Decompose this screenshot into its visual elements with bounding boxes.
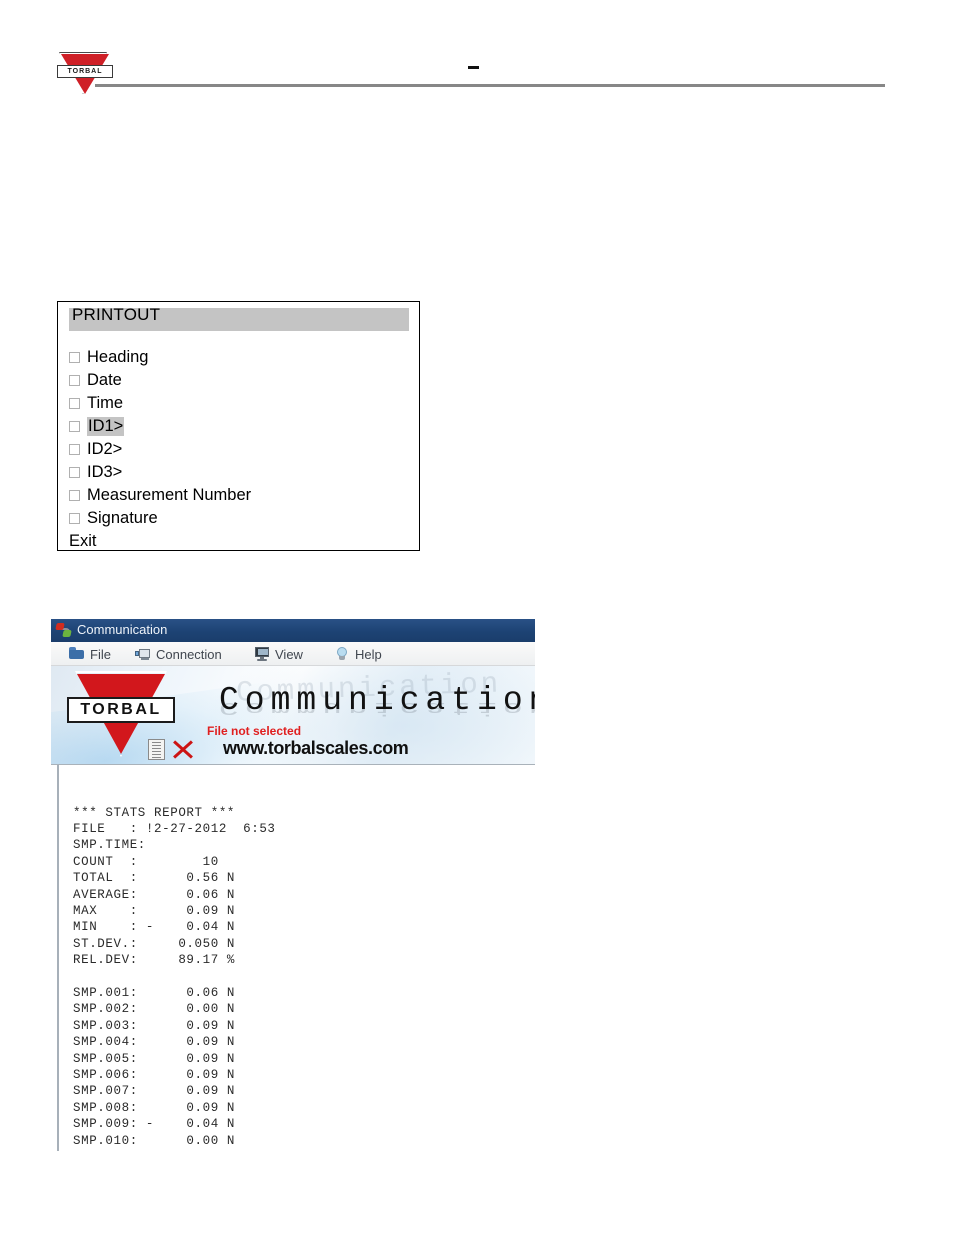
menu-bar: File Connection View Help (51, 642, 535, 666)
logo-wordmark: TORBAL (57, 65, 113, 78)
printout-item-label: ID3> (87, 463, 123, 481)
printout-item-label: Heading (87, 348, 149, 366)
printout-item-label: Exit (69, 532, 97, 550)
report-text-frame: *** STATS REPORT *** FILE : !2-27-2012 6… (57, 765, 535, 1151)
header-rule (95, 84, 885, 87)
menu-item-label: Connection (156, 646, 222, 662)
printout-item-label: Date (87, 371, 122, 389)
printout-item-id1[interactable]: ID1> (69, 415, 414, 438)
checkbox-date[interactable] (69, 375, 80, 386)
printout-item-date[interactable]: Date (69, 369, 414, 392)
printout-item-label: Time (87, 394, 124, 412)
printout-item-id2[interactable]: ID2> (69, 438, 414, 461)
document-icon[interactable] (148, 739, 165, 760)
window-title: Communication (77, 622, 168, 637)
menu-item-label: File (90, 646, 111, 662)
menu-item-label: View (275, 646, 303, 662)
checkbox-id3[interactable] (69, 467, 80, 478)
menu-item-file[interactable]: File (69, 645, 111, 663)
checkbox-id2[interactable] (69, 444, 80, 455)
monitor-icon (254, 647, 270, 661)
header-dash-mark (468, 66, 479, 69)
checkbox-signature[interactable] (69, 513, 80, 524)
file-status-label: File not selected (207, 724, 302, 738)
page-header: TORBAL (0, 0, 954, 100)
stats-report-text: *** STATS REPORT *** FILE : !2-27-2012 6… (73, 805, 276, 1148)
lightbulb-icon (334, 647, 350, 661)
printout-title: PRINTOUT (72, 305, 161, 324)
torbal-logo: TORBAL (57, 52, 113, 96)
banner-logo-wordmark: TORBAL (67, 697, 175, 723)
report-output-area: *** STATS REPORT *** FILE : !2-27-2012 6… (51, 765, 535, 1151)
red-x-icon[interactable] (171, 738, 193, 760)
connection-icon (55, 623, 72, 638)
checkbox-id1[interactable] (69, 421, 80, 432)
menu-item-help[interactable]: Help (334, 645, 382, 663)
application-banner: Communication TORBAL Communication Commu… (51, 666, 535, 765)
printout-item-time[interactable]: Time (69, 392, 414, 415)
printout-item-label: ID2> (87, 440, 123, 458)
printout-item-label: Measurement Number (87, 486, 252, 504)
connection-green-plug (62, 630, 72, 637)
printout-item-heading[interactable]: Heading (69, 346, 414, 369)
printout-menu-panel: PRINTOUT Heading Date Time ID1> ID2> ID3… (57, 301, 420, 551)
menu-item-label: Help (355, 646, 382, 662)
banner-url: www.torbalscales.com (223, 738, 409, 758)
menu-item-connection[interactable]: Connection (135, 645, 222, 663)
printout-item-id3[interactable]: ID3> (69, 461, 414, 484)
printout-item-list: Heading Date Time ID1> ID2> ID3> Measure… (69, 346, 414, 553)
printout-item-signature[interactable]: Signature (69, 507, 414, 530)
communication-window: Communication File Connection View Help … (51, 619, 535, 1151)
printout-item-exit[interactable]: Exit (69, 530, 414, 553)
checkbox-measurement-number[interactable] (69, 490, 80, 501)
printout-item-label: Signature (87, 509, 158, 527)
network-computer-icon (135, 647, 151, 661)
printout-item-measurement-number[interactable]: Measurement Number (69, 484, 414, 507)
banner-title: Communication (219, 682, 535, 719)
checkbox-time[interactable] (69, 398, 80, 409)
menu-item-view[interactable]: View (254, 645, 303, 663)
checkbox-heading[interactable] (69, 352, 80, 363)
folder-icon (69, 647, 85, 661)
printout-item-label-selected: ID1> (87, 417, 125, 436)
window-title-bar[interactable]: Communication (51, 619, 535, 642)
